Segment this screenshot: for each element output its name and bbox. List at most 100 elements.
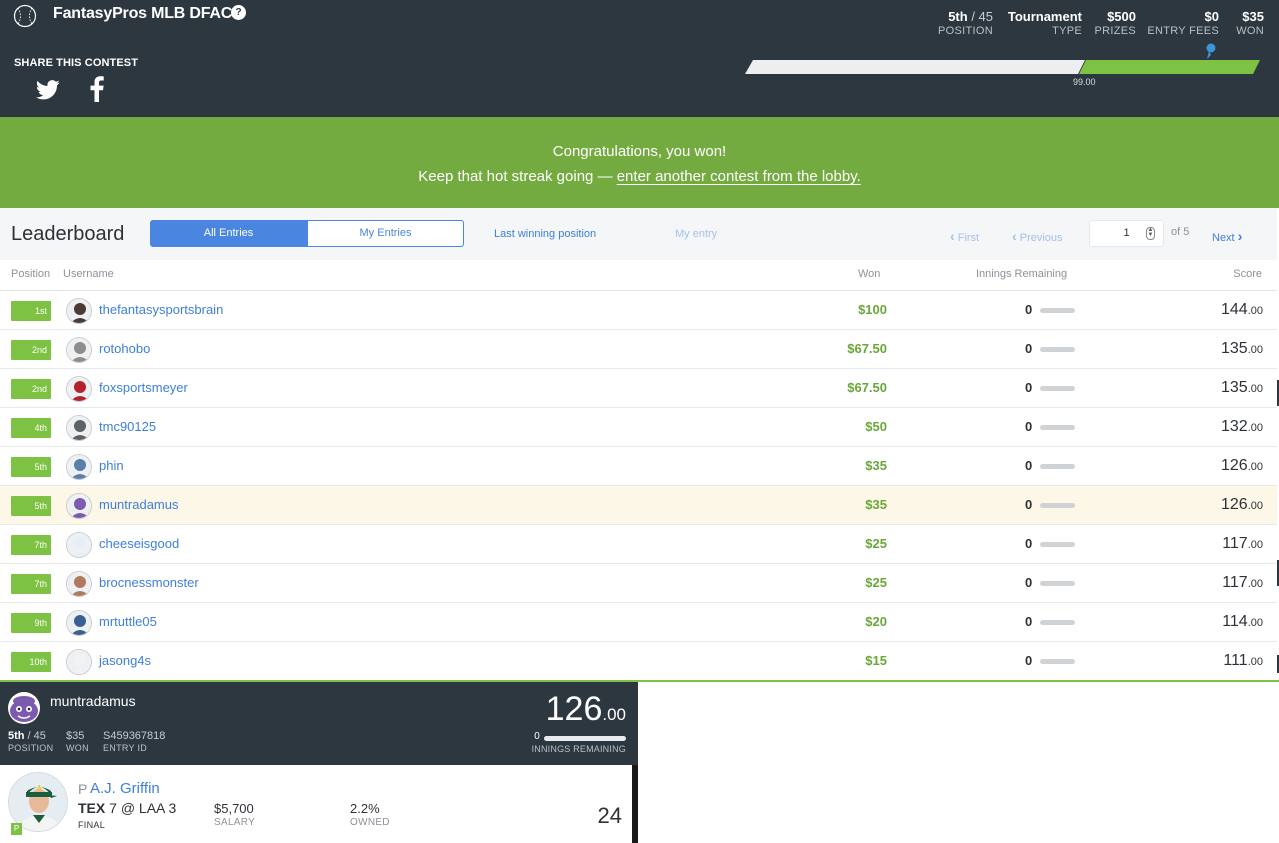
innings-remaining-value: 0 [1025,614,1033,629]
table-row[interactable]: 5th muntradamus $35 0 126.00 [0,486,1277,525]
entry-position-label: POSITION [8,743,54,753]
table-row[interactable]: 4th tmc90125 $50 0 132.00 [0,408,1277,447]
score-dec: .00 [1247,344,1263,356]
rank-badge: 1st [11,301,51,321]
column-score[interactable]: Score [1233,268,1262,280]
username-link[interactable]: mrtuttle05 [99,614,157,629]
entry-position: 5th / 45 POSITION [8,730,53,753]
won-amount: $25 [865,536,887,551]
username-link[interactable]: cheeseisgood [99,536,179,551]
twitter-icon[interactable] [36,80,60,100]
score-value: 126.00 [1221,496,1263,514]
column-won[interactable]: Won [858,268,880,280]
innings-remaining-value: 0 [1025,497,1033,512]
game-status: FINAL [78,820,106,830]
username-link[interactable]: muntradamus [99,497,178,512]
my-entry-link[interactable]: My entry [675,228,717,240]
entry-innings-value: 0 [534,731,540,742]
svg-text:A: A [36,784,41,792]
rank-badge: 2nd [11,379,51,399]
table-row[interactable]: 2nd foxsportsmeyer $67.50 0 135.00 [0,369,1277,408]
table-row[interactable]: 10th jasong4s $15 0 111.00 [0,642,1277,681]
table-row[interactable]: 7th cheeseisgood $25 0 117.00 [0,525,1277,564]
player-name-link[interactable]: A.J. Griffin [90,780,160,797]
user-avatar-icon [67,572,91,596]
avatar [66,454,92,480]
previous-page-button[interactable]: ‹ Previous [1012,228,1063,244]
first-page-button[interactable]: ‹ First [950,228,979,244]
user-avatar-icon [67,494,91,518]
won-amount: $35 [865,497,887,512]
score-int: 114 [1222,613,1248,630]
user-avatar-icon [67,338,91,362]
score-int: 117 [1222,574,1248,591]
score-value: 111.00 [1223,652,1263,670]
table-row[interactable]: 7th brocnessmonster $25 0 117.00 [0,564,1277,603]
username-link[interactable]: brocnessmonster [99,575,199,590]
user-avatar-icon [67,377,91,401]
facebook-icon[interactable] [90,76,104,102]
opponent-abbrev: LAA [138,800,165,816]
last-winning-position-link[interactable]: Last winning position [494,228,596,240]
leaderboard-heading: Leaderboard [11,223,125,245]
won-amount: $35 [865,458,887,473]
entry-id-value: S459367818 [103,730,166,742]
innings-remaining-bar [1040,659,1075,664]
lobby-link[interactable]: enter another contest from the lobby. [617,168,861,185]
username-link[interactable]: phin [99,458,124,473]
entry-id-label: ENTRY ID [103,743,148,753]
stat-prizes: $500 PRIZES [1094,9,1136,37]
table-row[interactable]: 9th mrtuttle05 $20 0 114.00 [0,603,1277,642]
score-value: 135.00 [1221,379,1263,397]
username-link[interactable]: rotohobo [99,341,150,356]
column-username[interactable]: Username [63,268,114,280]
score-value: 114.00 [1222,613,1263,631]
game-score: TEX 7 @ LAA 3 [78,800,176,816]
rank-badge: 9th [11,613,51,633]
stat-entry-fees-value: $0 [1204,9,1219,24]
table-row[interactable]: 5th phin $35 0 126.00 [0,447,1277,486]
score-value: 144.00 [1221,301,1263,319]
score-dec: .00 [1247,500,1263,512]
chevron-left-icon: ‹ [950,228,955,244]
score-dec: .00 [1247,383,1263,395]
stat-type-label: TYPE [1052,25,1082,37]
won-amount: $50 [865,419,887,434]
avatar [66,610,92,636]
entry-score-dec: .00 [602,705,626,724]
column-innings-remaining[interactable]: Innings Remaining [976,268,1067,280]
innings-remaining-value: 0 [1025,575,1033,590]
muntradamus-avatar-icon [8,692,40,724]
stepper-icon[interactable]: ▲ ▼ [1146,227,1155,240]
column-position[interactable]: Position [11,268,50,280]
table-row[interactable]: 2nd rotohobo $67.50 0 135.00 [0,330,1277,369]
entry-innings-label: INNINGS REMAINING [531,744,626,754]
next-page-button[interactable]: Next › [1212,228,1242,244]
my-entry-panel[interactable]: muntradamus 126.00 5th / 45 POSITION $35… [0,682,638,765]
username-link[interactable]: foxsportsmeyer [99,380,188,395]
stat-position-total: / 45 [967,9,993,24]
player-card[interactable]: A P P A.J. Griffin TEX 7 @ LAA 3 FINAL $… [0,765,632,843]
entry-username: muntradamus [50,693,136,709]
tab-my-entries[interactable]: My Entries [307,220,464,247]
leaderboard-toolbar: Leaderboard All Entries My Entries Last … [0,208,1277,260]
previous-page-label: Previous [1019,232,1063,244]
congrats-subline: Keep that hot streak going — enter anoth… [0,168,1279,185]
stat-type: Tournament TYPE [1008,9,1082,37]
player-points: 24 [597,803,622,828]
avatar [66,376,92,402]
username-link[interactable]: tmc90125 [99,419,156,434]
page-number-input[interactable]: 1 ▲ ▼ [1089,220,1164,247]
entry-position-value: 5th [8,730,25,742]
innings-remaining-value: 0 [1025,341,1033,356]
username-link[interactable]: jasong4s [99,653,151,668]
won-amount: $100 [858,302,887,317]
innings-remaining-bar [1040,620,1075,625]
avatar [66,493,92,519]
username-link[interactable]: thefantasysportsbrain [99,302,223,317]
score-value: 117.00 [1222,574,1263,592]
tab-all-entries[interactable]: All Entries [150,220,307,247]
share-label: SHARE THIS CONTEST [14,57,139,69]
table-row[interactable]: 1st thefantasysportsbrain $100 0 144.00 [0,291,1277,330]
info-icon[interactable]: ? [231,5,246,20]
